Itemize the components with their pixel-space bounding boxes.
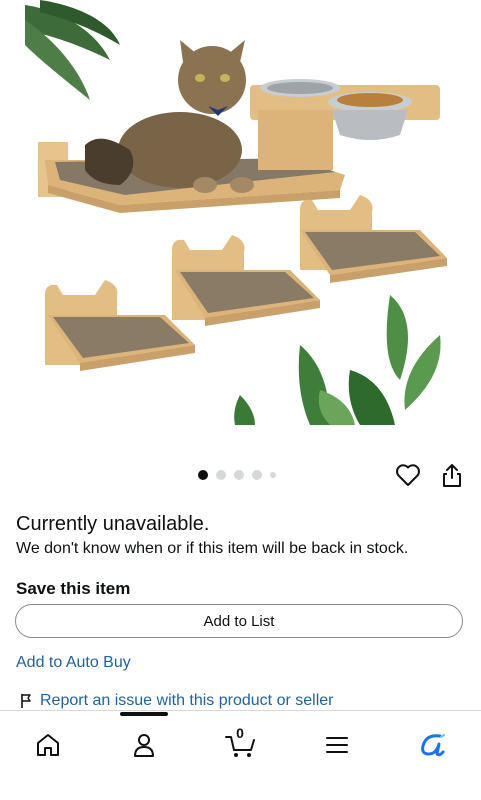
small-shelf-2 xyxy=(172,235,320,326)
image-carousel-dots[interactable] xyxy=(198,470,276,480)
carousel-dot-1[interactable] xyxy=(198,470,208,480)
add-to-auto-buy-link[interactable]: Add to Auto Buy xyxy=(16,654,131,672)
share-icon[interactable] xyxy=(437,460,467,490)
flag-icon xyxy=(21,694,31,708)
carousel-dot-4[interactable] xyxy=(252,470,262,480)
home-icon[interactable] xyxy=(28,725,68,765)
report-issue-label: Report an issue with this product or sel… xyxy=(40,692,334,709)
account-icon[interactable] xyxy=(124,725,164,765)
carousel-dot-3[interactable] xyxy=(234,470,244,480)
carousel-dot-5[interactable] xyxy=(270,472,276,478)
scroll-indicator xyxy=(120,712,168,716)
availability-status: Currently unavailable. xyxy=(16,513,210,535)
small-shelf-1 xyxy=(300,195,447,283)
wishlist-heart-icon[interactable] xyxy=(393,460,423,490)
carousel-dot-2[interactable] xyxy=(216,470,226,480)
ai-assistant-icon[interactable] xyxy=(412,725,452,765)
add-to-list-button[interactable]: Add to List xyxy=(15,604,463,638)
availability-description: We don't know when or if this item will … xyxy=(16,540,409,557)
report-issue-link[interactable]: Report an issue with this product or sel… xyxy=(20,692,333,710)
cart-icon[interactable]: 0 xyxy=(220,725,260,765)
save-item-heading: Save this item xyxy=(16,579,131,598)
bottom-navigation-bar: 0 xyxy=(0,710,481,800)
cat xyxy=(85,40,254,193)
cart-count-badge: 0 xyxy=(236,725,244,741)
product-image[interactable] xyxy=(0,0,481,440)
plant-leaves-top xyxy=(25,0,120,100)
menu-icon[interactable] xyxy=(317,725,357,765)
